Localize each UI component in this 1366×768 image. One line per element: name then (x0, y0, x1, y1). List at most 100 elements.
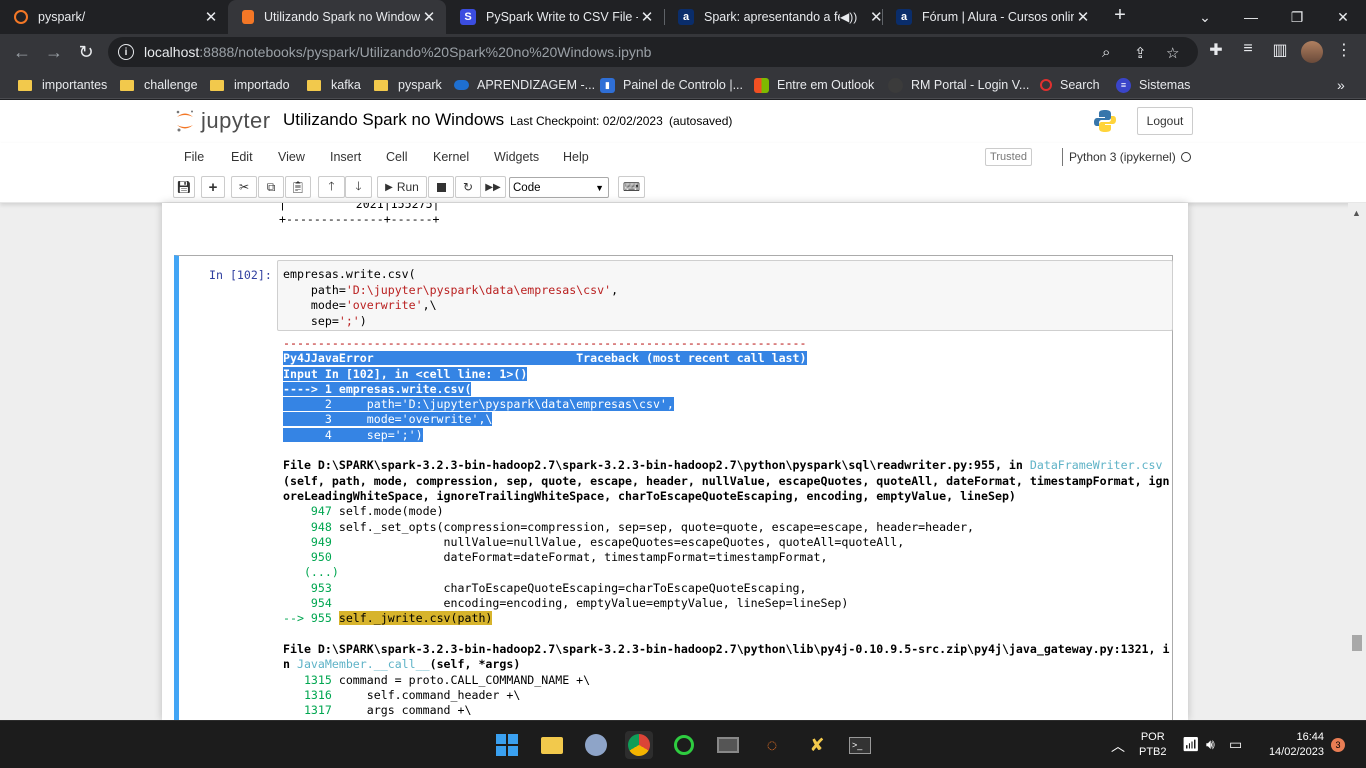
bookmark-search[interactable]: Search (1040, 75, 1100, 95)
chevron-up-icon[interactable]: ︿ (1111, 736, 1125, 756)
restart-run-all-button[interactable]: ▶▶ (480, 176, 506, 198)
audio-playing-icon[interactable]: ◀)) (840, 10, 857, 24)
jupyter-icon (14, 10, 28, 24)
page-scrollbar[interactable]: ▲ (1348, 203, 1366, 720)
bookmark-painel-controlo[interactable]: ▮ Painel de Controlo |... (600, 75, 743, 95)
scrollbar-thumb[interactable] (1352, 635, 1362, 651)
tab-spark-alura[interactable]: a Spark: apresentando a fe ◀)) ✕ (664, 0, 883, 34)
close-tab-icon[interactable]: ✕ (1074, 8, 1092, 26)
run-button[interactable]: ▶ Run (377, 176, 427, 198)
trusted-indicator[interactable]: Trusted (985, 148, 1032, 166)
tab-forum-alura[interactable]: a Fórum | Alura - Cursos online ✕ (882, 0, 1100, 34)
restore-button[interactable]: ❐ (1274, 0, 1320, 34)
bookmark-challenge[interactable]: challenge (120, 75, 198, 95)
tab-pyspark[interactable]: pyspark/ ✕ (0, 0, 228, 34)
bookmark-outlook[interactable]: Entre em Outlook (754, 75, 874, 95)
input-language[interactable]: POR PTB2 (1139, 730, 1167, 760)
insert-cell-button[interactable]: + (201, 176, 225, 198)
cell-type-select[interactable]: Code ▼ (509, 177, 609, 198)
start-button[interactable] (493, 731, 521, 759)
bookmark-importantes[interactable]: importantes (18, 75, 107, 95)
notification-badge[interactable]: 3 (1331, 738, 1345, 752)
interrupt-button[interactable] (428, 176, 454, 198)
code-cell-selected[interactable]: In [102]: empresas.write.csv( path='D:\j… (174, 255, 1173, 720)
paste-button[interactable]: 📋︎ (285, 176, 311, 198)
share-icon[interactable]: ⇪ (1134, 44, 1147, 62)
jupyter-taskbar-button[interactable]: ◌ (758, 731, 786, 759)
menu-edit[interactable]: Edit (231, 150, 253, 164)
close-tab-icon[interactable]: ✕ (420, 8, 438, 26)
bookmark-sistemas[interactable]: ≡ Sistemas (1116, 75, 1190, 95)
menu-cell[interactable]: Cell (386, 150, 408, 164)
site-info-icon[interactable]: i (118, 44, 134, 60)
tab-title: Fórum | Alura - Cursos online (922, 10, 1074, 24)
wifi-icon[interactable]: 📶︎ (1182, 736, 1200, 753)
terminal-button[interactable]: >_ (846, 731, 874, 759)
bookmark-pyspark[interactable]: pyspark (374, 75, 442, 95)
battery-icon[interactable]: ▭ (1229, 736, 1242, 753)
notebook-name[interactable]: Utilizando Spark no Windows (283, 110, 504, 130)
save-button[interactable]: 💾︎ (173, 176, 195, 198)
tab-title: Spark: apresentando a fe (704, 10, 840, 24)
terminal-icon: >_ (849, 736, 871, 754)
bookmark-star-icon[interactable]: ☆ (1166, 44, 1179, 62)
menu-help[interactable]: Help (563, 150, 589, 164)
chrome-taskbar-button[interactable] (625, 731, 653, 759)
close-tab-icon[interactable]: ✕ (202, 8, 220, 26)
bookmark-rm-portal[interactable]: RM Portal - Login V... (888, 75, 1029, 95)
file-explorer-button[interactable] (538, 731, 566, 759)
chrome-menu-icon[interactable]: ⋮ (1332, 40, 1356, 60)
tab-pyspark-write-csv[interactable]: S PySpark Write to CSV File - Sp ✕ (446, 0, 664, 34)
url-text[interactable]: localhost:8888/notebooks/pyspark/Utiliza… (144, 44, 651, 60)
reading-list-icon[interactable]: ≡ (1236, 40, 1260, 58)
previous-cell-output: | 2021|155275| +--------------+------+ (279, 203, 440, 227)
menu-file[interactable]: File (184, 150, 204, 164)
address-bar[interactable]: i localhost:8888/notebooks/pyspark/Utili… (108, 37, 1198, 67)
bookmark-aprendizagem[interactable]: APRENDIZAGEM -... (454, 75, 595, 95)
code-line: mode='overwrite',\ (283, 298, 437, 312)
cell-input-editor[interactable]: empresas.write.csv( path='D:\jupyter\pys… (277, 260, 1173, 331)
cut-button[interactable]: ✂ (231, 176, 257, 198)
restart-kernel-button[interactable]: ↻ (455, 176, 481, 198)
tools-app-button[interactable]: ✘ (803, 731, 831, 759)
close-window-button[interactable]: ✕ (1320, 0, 1366, 34)
close-tab-icon[interactable]: ✕ (638, 8, 656, 26)
virtual-machine-button[interactable] (714, 731, 742, 759)
menu-widgets[interactable]: Widgets (494, 150, 539, 164)
reload-button[interactable]: ↻ (72, 38, 100, 66)
teams-chat-button[interactable] (582, 731, 610, 759)
back-button[interactable]: ← (8, 38, 36, 66)
more-bookmarks-icon[interactable]: » (1337, 75, 1345, 95)
copy-button[interactable]: ⧉ (258, 176, 284, 198)
move-down-button[interactable]: 🡓 (345, 176, 372, 198)
bookmark-kafka[interactable]: kafka (307, 75, 361, 95)
profile-avatar[interactable] (1301, 41, 1323, 63)
side-panel-icon[interactable]: ▥ (1268, 40, 1292, 60)
tab-search-chevron-icon[interactable]: ⌄ (1182, 0, 1228, 34)
move-up-button[interactable]: 🡑 (318, 176, 345, 198)
system-clock[interactable]: 16:44 14/02/2023 (1258, 730, 1324, 760)
cell-output-traceback[interactable]: ----------------------------------------… (283, 336, 1173, 718)
menu-kernel[interactable]: Kernel (433, 150, 469, 164)
forward-button[interactable]: → (40, 38, 68, 66)
jupyter-logo[interactable]: jupyter (175, 108, 271, 134)
traceback-function-link[interactable]: JavaMember.__call__ (297, 657, 430, 671)
kernel-name[interactable]: Python 3 (ipykernel) (1069, 150, 1176, 164)
green-circle-app-button[interactable] (670, 731, 698, 759)
zoom-search-icon[interactable]: ⌕ (1102, 44, 1110, 61)
scroll-up-arrow-icon[interactable]: ▲ (1352, 208, 1361, 218)
bookmark-importado[interactable]: importado (210, 75, 290, 95)
cell-input-code[interactable]: empresas.write.csv( path='D:\jupyter\pys… (283, 267, 618, 329)
new-tab-button[interactable]: + (1108, 4, 1132, 28)
tab-utilizando-spark[interactable]: Utilizando Spark no Windows ✕ (228, 0, 446, 34)
menu-view[interactable]: View (278, 150, 305, 164)
folder-icon (120, 79, 134, 91)
traceback-function-link[interactable]: DataFrameWriter.csv (1030, 458, 1163, 472)
browser-toolbar: ← → ↻ i localhost:8888/notebooks/pyspark… (0, 34, 1366, 70)
command-palette-button[interactable]: ⌨ (618, 176, 645, 198)
logout-button[interactable]: Logout (1137, 107, 1193, 135)
menu-insert[interactable]: Insert (330, 150, 361, 164)
volume-icon[interactable]: 🔊︎ (1206, 736, 1215, 753)
extensions-icon[interactable]: ✚ (1204, 40, 1228, 60)
minimize-button[interactable]: — (1228, 0, 1274, 34)
